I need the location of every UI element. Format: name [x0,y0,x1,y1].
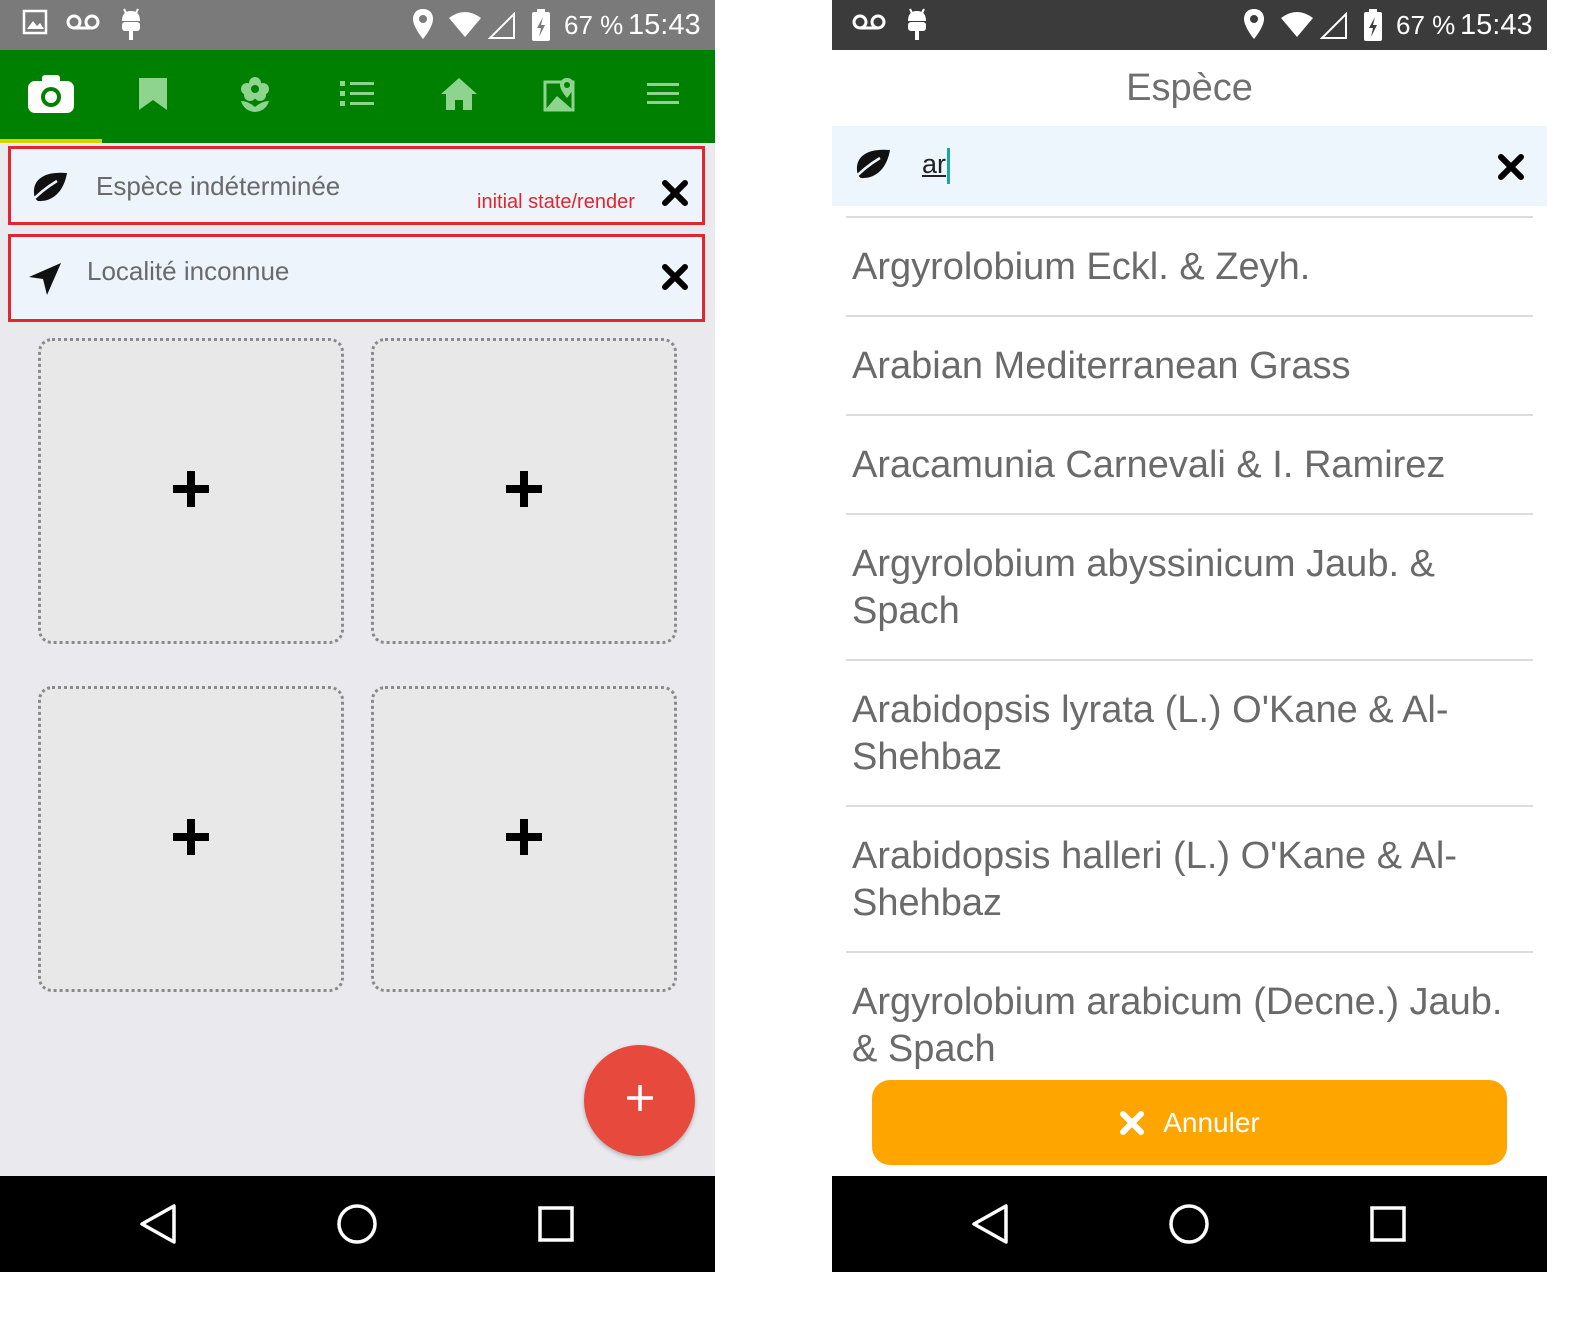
voicemail-icon [852,9,886,42]
bookmark-icon [137,76,169,117]
battery-charging-icon [530,8,552,49]
voicemail-icon [66,9,100,42]
leaf-icon [850,148,892,187]
photo-slot-3[interactable] [38,686,344,992]
photo-slot-2[interactable] [371,338,677,644]
home-circle-icon[interactable] [333,1200,381,1248]
signal-icon [1319,11,1348,47]
back-icon[interactable] [136,1200,184,1248]
battery-charging-icon [1362,8,1384,49]
tab-home[interactable] [408,50,510,143]
close-icon[interactable] [661,263,689,296]
list-item[interactable]: Argyrolobium arabicum (Decne.) Jaub. & S… [846,951,1533,1070]
species-field[interactable]: Espèce indéterminée initial state/render [8,146,705,225]
tab-list[interactable] [306,50,408,143]
list-item[interactable]: Argyrolobium abyssinicum Jaub. & Spach [846,513,1533,659]
dialog-title: Espèce [1126,67,1253,109]
species-search-field: ar [832,126,1547,206]
clock: 15:43 [628,9,701,41]
photo-slot-1[interactable] [38,338,344,644]
navigation-arrow-icon [27,261,63,302]
photo-slot-4[interactable] [371,686,677,992]
status-bar: 67 % 15:43 [0,0,715,50]
recents-icon[interactable] [1364,1200,1412,1248]
plus-icon [503,816,545,863]
plus-icon [170,468,212,515]
left-phone-screen: 67 % 15:43 Espèce indéterminée initial s… [0,0,715,1272]
system-navigation-bar [832,1176,1547,1272]
leaf-icon [27,171,69,210]
list-item[interactable]: Aracamunia Carnevali & I. Ramirez [846,414,1533,513]
text-caret [947,147,951,184]
plus-icon [625,1083,655,1118]
battery-percentage: 67 % [1396,10,1456,40]
back-icon[interactable] [968,1200,1016,1248]
recents-icon[interactable] [532,1200,580,1248]
results-list: Argyrolobium Eckl. & Zeyh. Arabian Medit… [846,216,1533,1070]
system-navigation-bar [0,1176,715,1272]
add-button[interactable] [584,1045,695,1156]
location-pin-icon [412,8,434,47]
android-debug-icon [118,7,144,48]
location-field[interactable]: Localité inconnue [8,234,705,322]
list-item[interactable]: Arabidopsis lyrata (L.) O'Kane & Al-Sheh… [846,659,1533,805]
app-toolbar [0,50,715,143]
battery-percentage: 67 % [564,10,624,40]
close-icon[interactable] [661,179,689,212]
signal-icon [487,11,516,47]
home-circle-icon[interactable] [1165,1200,1213,1248]
tab-camera[interactable] [0,50,102,143]
location-pin-icon [1243,8,1265,47]
home-icon [439,76,479,117]
annotation-note: initial state/render [477,191,635,213]
list-item[interactable]: Arabian Mediterranean Grass [846,315,1533,414]
list-item[interactable]: Arabidopsis halleri (L.) O'Kane & Al-She… [846,805,1533,951]
clock: 15:43 [1460,9,1533,41]
menu-icon [647,81,679,112]
close-icon [1119,1110,1145,1136]
plus-icon [170,816,212,863]
tab-flower[interactable] [204,50,306,143]
tab-menu[interactable] [612,50,714,143]
tab-map[interactable] [510,50,612,143]
right-phone-screen: 67 % 15:43 Espèce ar Argyrolobium Eckl. … [832,0,1547,1272]
wifi-icon [448,12,482,45]
map-icon [543,76,579,117]
location-field-label: Localité inconnue [87,256,290,286]
search-input-value: ar [922,149,947,179]
search-input[interactable]: ar [922,142,1442,186]
image-icon [22,9,48,42]
flower-icon [238,75,272,118]
android-debug-icon [904,7,930,48]
cancel-button[interactable]: Annuler [872,1080,1507,1165]
list-icon [340,79,374,114]
close-icon[interactable] [1497,153,1525,186]
species-field-label: Espèce indéterminée [96,171,341,201]
tab-bookmarks[interactable] [102,50,204,143]
wifi-icon [1280,12,1314,45]
plus-icon [503,468,545,515]
list-item[interactable]: Argyrolobium Eckl. & Zeyh. [846,216,1533,315]
status-bar: 67 % 15:43 [832,0,1547,50]
camera-icon [26,73,76,120]
cancel-button-label: Annuler [1163,1106,1260,1138]
